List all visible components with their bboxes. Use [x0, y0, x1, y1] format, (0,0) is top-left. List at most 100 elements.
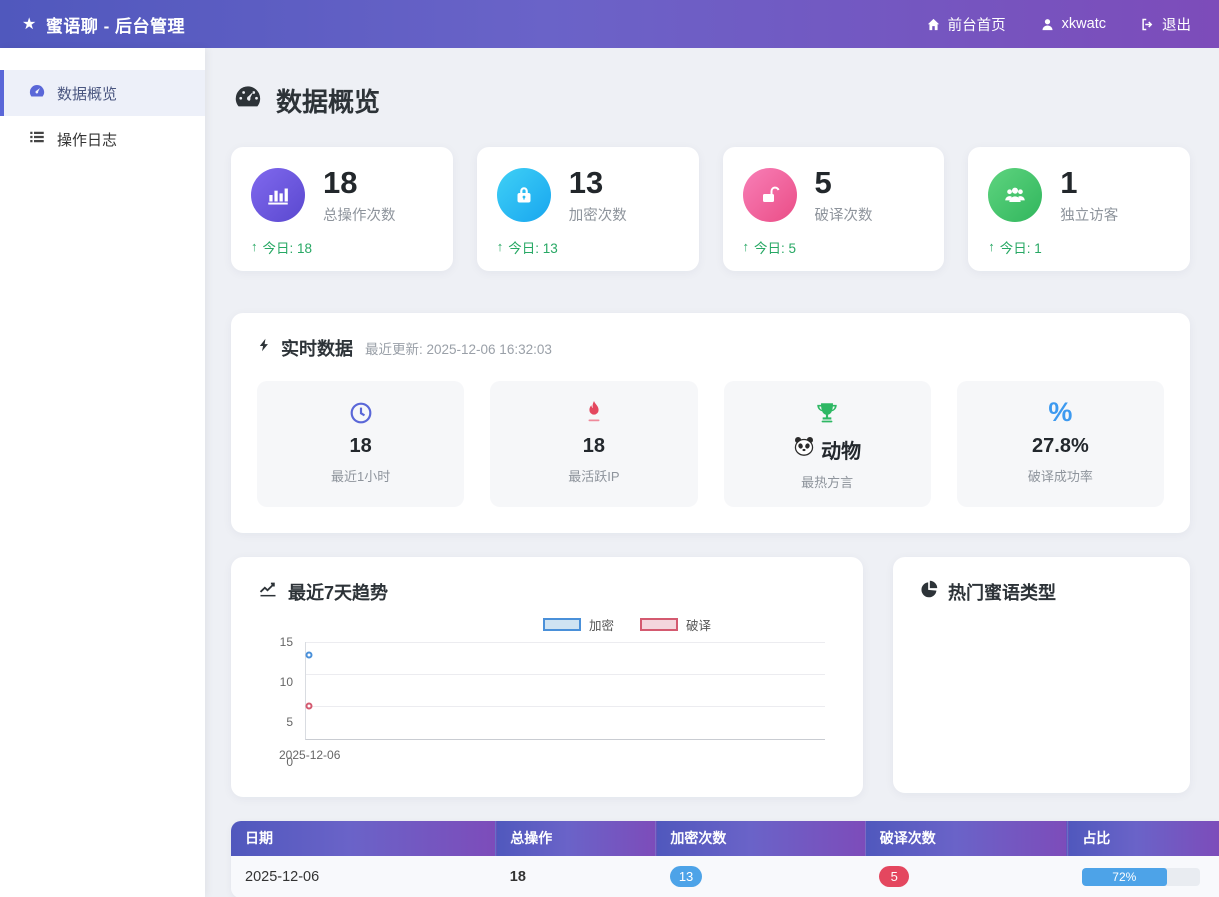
lock-icon — [497, 168, 551, 222]
nav-logout-link[interactable]: 退出 — [1140, 14, 1191, 35]
page-title: 数据概览 — [233, 82, 1190, 119]
cell-date: 2025-12-06 — [231, 856, 496, 897]
tile-value-with-icon: 动物 — [734, 435, 921, 464]
up-arrow-icon: ↑ — [988, 239, 995, 254]
panda-icon — [793, 436, 815, 462]
col-header-encrypt: 加密次数 — [656, 821, 865, 856]
legend-item-decrypt[interactable]: 破译 — [640, 615, 711, 634]
sidebar-item-label: 操作日志 — [57, 129, 117, 150]
realtime-title: 实时数据 — [257, 335, 353, 361]
table-row: 2025-12-06 18 13 5 72% — [231, 856, 1219, 897]
tile-value: 18 — [500, 435, 687, 458]
tile-value: 动物 — [821, 435, 861, 464]
page-title-text: 数据概览 — [276, 82, 380, 119]
layout: 数据概览 操作日志 数据概览 18 总操作次数 — [0, 48, 1219, 897]
stats-row: 18 总操作次数 ↑ 今日: 18 13 加密次数 — [231, 147, 1190, 271]
stat-card-encrypts: 13 加密次数 ↑ 今日: 13 — [477, 147, 699, 271]
stat-card-total-ops: 18 总操作次数 ↑ 今日: 18 — [231, 147, 453, 271]
legend-swatch-decrypt — [640, 618, 678, 631]
y-axis-labels: 15 10 5 0 — [271, 642, 299, 762]
brand: ★ 蜜语聊 - 后台管理 — [22, 12, 185, 37]
pie-icon — [919, 579, 939, 604]
cell-decrypt: 5 — [865, 856, 1068, 897]
trend-plot: 15 10 5 0 2025-12-06 — [271, 642, 837, 762]
col-header-total: 总操作 — [496, 821, 656, 856]
sidebar: 数据概览 操作日志 — [0, 48, 205, 897]
realtime-tile-last-hour: 18 最近1小时 — [257, 381, 464, 507]
col-header-ratio: 占比 — [1068, 821, 1219, 856]
table-header-row: 日期 总操作 加密次数 破译次数 占比 — [231, 821, 1219, 856]
tile-label: 最近1小时 — [267, 466, 454, 485]
percent-icon: % — [967, 399, 1154, 427]
tile-value: 18 — [267, 435, 454, 458]
logout-icon — [1140, 17, 1155, 32]
clock-icon — [267, 399, 454, 427]
encrypt-badge: 13 — [670, 866, 702, 887]
chart-point — [306, 651, 313, 658]
realtime-card: 实时数据 最近更新: 2025-12-06 16:32:03 18 最近1小时 — [231, 313, 1190, 533]
stat-label: 破译次数 — [815, 204, 873, 225]
nav-frontend-home-link[interactable]: 前台首页 — [926, 14, 1006, 35]
realtime-tile-success-rate: % 27.8% 破译成功率 — [957, 381, 1164, 507]
tile-label: 破译成功率 — [967, 466, 1154, 485]
users-icon — [988, 168, 1042, 222]
ratio-progress-fill: 72% — [1082, 868, 1167, 886]
nav-link-label: xkwatc — [1062, 16, 1106, 32]
unlock-icon — [743, 168, 797, 222]
stat-value: 13 — [569, 165, 627, 201]
cell-ratio: 72% — [1068, 856, 1219, 897]
sidebar-item-overview[interactable]: 数据概览 — [0, 70, 205, 116]
col-header-decrypt: 破译次数 — [865, 821, 1068, 856]
col-header-date: 日期 — [231, 821, 496, 856]
stat-today: ↑ 今日: 13 — [497, 237, 679, 257]
chart-point — [306, 703, 313, 710]
brand-title: 蜜语聊 - 后台管理 — [46, 12, 185, 37]
tile-value: 27.8% — [967, 435, 1154, 458]
trend-chart-card: 最近7天趋势 加密 破译 15 10 5 — [231, 557, 863, 797]
stat-label: 加密次数 — [569, 204, 627, 225]
realtime-tile-active-ip: 18 最活跃IP — [490, 381, 697, 507]
stat-label: 总操作次数 — [323, 204, 396, 225]
trophy-icon — [734, 399, 921, 427]
tile-label: 最活跃IP — [500, 466, 687, 485]
nav-link-label: 退出 — [1162, 14, 1191, 35]
gauge-icon — [233, 82, 263, 119]
list-icon — [28, 128, 46, 150]
y-tick: 15 — [280, 635, 293, 649]
realtime-tile-top-dialect: 动物 最热方言 — [724, 381, 931, 507]
stat-today: ↑ 今日: 5 — [743, 237, 925, 257]
navbar-links: 前台首页 xkwatc 退出 — [926, 14, 1191, 35]
bolt-icon — [257, 336, 272, 359]
bar-chart-icon — [251, 168, 305, 222]
stat-value: 5 — [815, 165, 873, 201]
chart-legend: 加密 破译 — [417, 615, 837, 634]
gauge-icon — [28, 82, 46, 104]
tile-label: 最热方言 — [734, 472, 921, 491]
x-axis-label: 2025-12-06 — [279, 748, 837, 762]
up-arrow-icon: ↑ — [743, 239, 750, 254]
realtime-updated: 最近更新: 2025-12-06 16:32:03 — [365, 338, 552, 358]
cell-total: 18 — [496, 856, 656, 897]
legend-label: 加密 — [589, 615, 614, 634]
ratio-progress-track: 72% — [1082, 868, 1200, 886]
up-arrow-icon: ↑ — [497, 239, 504, 254]
stat-card-visitors: 1 独立访客 ↑ 今日: 1 — [968, 147, 1190, 271]
nav-user-link[interactable]: xkwatc — [1040, 16, 1106, 32]
chart-line-icon — [257, 579, 279, 604]
decrypt-badge: 5 — [879, 866, 909, 887]
stat-value: 18 — [323, 165, 396, 201]
top-navbar: ★ 蜜语聊 - 后台管理 前台首页 xkwatc 退出 — [0, 0, 1219, 48]
pie-title: 热门蜜语类型 — [919, 579, 1164, 605]
stat-today: ↑ 今日: 1 — [988, 237, 1170, 257]
trend-title: 最近7天趋势 — [257, 579, 837, 605]
charts-row: 最近7天趋势 加密 破译 15 10 5 — [231, 557, 1190, 797]
daily-stats-table: 日期 总操作 加密次数 破译次数 占比 2025-12-06 18 13 — [231, 821, 1219, 897]
legend-item-encrypt[interactable]: 加密 — [543, 615, 614, 634]
nav-link-label: 前台首页 — [948, 14, 1006, 35]
fire-icon — [500, 399, 687, 427]
realtime-tiles: 18 最近1小时 18 最活跃IP 动物 — [257, 381, 1164, 507]
sidebar-item-label: 数据概览 — [57, 83, 117, 104]
y-tick: 0 — [286, 755, 293, 769]
main-content: 数据概览 18 总操作次数 ↑ 今日: 18 — [205, 48, 1219, 897]
sidebar-item-logs[interactable]: 操作日志 — [0, 116, 205, 162]
